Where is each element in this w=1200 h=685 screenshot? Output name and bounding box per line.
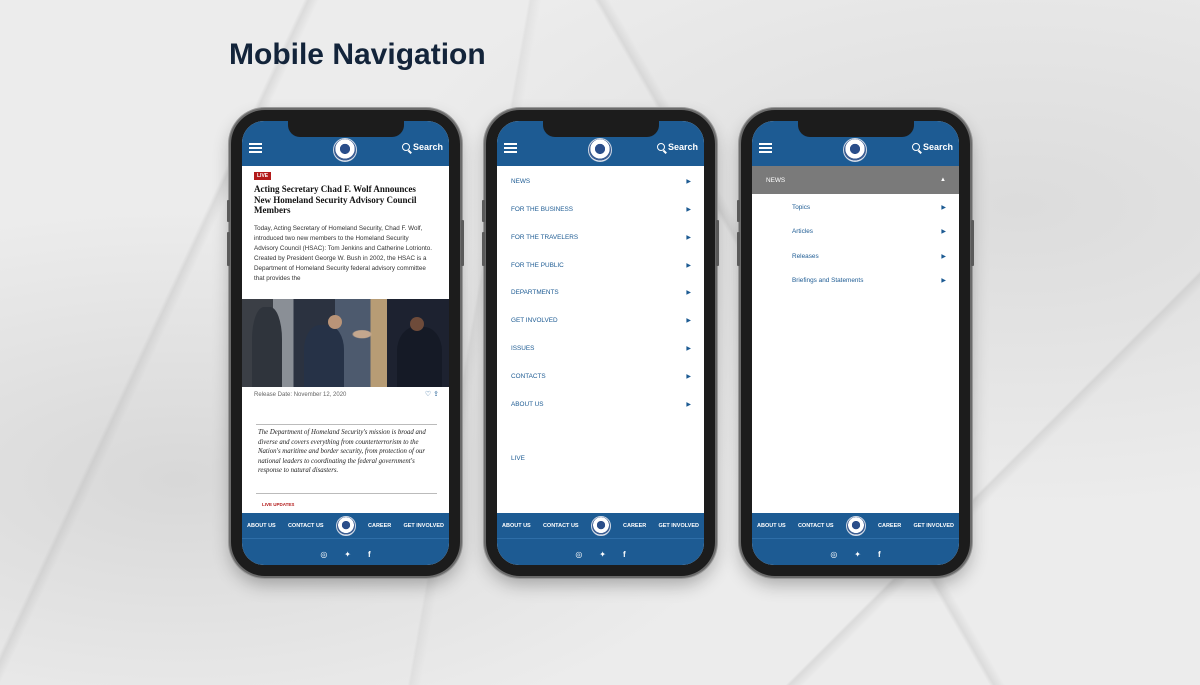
- search-label: Search: [667, 142, 698, 152]
- phone-article: Search LIVE Acting Secretary Chad F. Wol…: [227, 110, 464, 576]
- submenu-item-briefings[interactable]: Briefings and Statements ▶: [792, 272, 946, 288]
- facebook-icon[interactable]: f: [368, 550, 371, 559]
- menu-item-live[interactable]: LIVE: [497, 448, 704, 468]
- search-button[interactable]: Search: [656, 142, 698, 152]
- submenu-item-releases[interactable]: Releases ▶: [792, 248, 946, 264]
- footer-about-link[interactable]: ABOUT US: [247, 523, 276, 529]
- news-submenu: NEWS ▲ Topics ▶ Articles ▶ Releases ▶ Briefi…: [752, 166, 959, 513]
- chevron-up-icon: ▲: [940, 177, 946, 183]
- live-updates-label[interactable]: LIVE UPDATES: [262, 502, 294, 507]
- footer-bar: ABOUT US CONTACT US CAREER GET INVOLVED …: [242, 513, 449, 565]
- menu-item-news-expanded[interactable]: NEWS ▲: [752, 166, 959, 194]
- menu-item-business[interactable]: FOR THE BUSINESS ▶: [497, 199, 704, 219]
- search-label: Search: [922, 142, 953, 152]
- search-button[interactable]: Search: [911, 142, 953, 152]
- footer-contact-link[interactable]: CONTACT US: [798, 523, 834, 529]
- screen: Search NEWS ▲ Topics ▶ Articles ▶ Releases ▶…: [752, 121, 959, 565]
- share-icon[interactable]: ⇪: [433, 391, 439, 398]
- footer-about-link[interactable]: ABOUT US: [502, 523, 531, 529]
- chevron-right-icon: ▶: [686, 401, 691, 408]
- dhs-seal-logo[interactable]: [843, 138, 867, 162]
- chevron-right-icon: ▶: [941, 253, 946, 260]
- page-title: Mobile Navigation: [229, 38, 486, 71]
- instagram-icon[interactable]: ◎: [830, 550, 837, 559]
- dhs-seal-logo[interactable]: [588, 138, 612, 162]
- footer-contact-link[interactable]: CONTACT US: [288, 523, 324, 529]
- chevron-right-icon: ▶: [686, 317, 691, 324]
- article-body: Today, Acting Secretary of Homeland Secu…: [254, 225, 433, 282]
- facebook-icon[interactable]: f: [623, 550, 626, 559]
- dhs-seal-logo[interactable]: [590, 515, 611, 536]
- live-badge: LIVE: [254, 172, 272, 180]
- footer-career-link[interactable]: CAREER: [878, 523, 901, 529]
- article: LIVE Acting Secretary Chad F. Wolf Annou…: [242, 166, 449, 513]
- search-label: Search: [412, 142, 443, 152]
- footer-career-link[interactable]: CAREER: [623, 523, 646, 529]
- divider: [256, 424, 437, 425]
- footer-bar: ABOUT US CONTACT US CAREER GET INVOLVED …: [752, 513, 959, 565]
- instagram-icon[interactable]: ◎: [575, 550, 582, 559]
- chevron-right-icon: ▶: [941, 204, 946, 211]
- footer-career-link[interactable]: CAREER: [368, 523, 391, 529]
- dhs-seal-logo[interactable]: [845, 515, 866, 536]
- menu-item-departments[interactable]: DEPARTMENTS ▶: [497, 282, 704, 302]
- menu-item-get-involved[interactable]: GET INVOLVED ▶: [497, 310, 704, 330]
- chevron-right-icon: ▶: [941, 228, 946, 235]
- hamburger-menu-icon[interactable]: [504, 143, 517, 153]
- search-button[interactable]: Search: [401, 142, 443, 152]
- search-icon: [401, 143, 410, 151]
- instagram-icon[interactable]: ◎: [320, 550, 327, 559]
- twitter-icon[interactable]: ✦: [599, 550, 606, 559]
- phone-main-menu: Search NEWS ▶ FOR THE BUSINESS ▶ FOR THE T…: [482, 110, 719, 576]
- chevron-right-icon: ▶: [941, 277, 946, 284]
- footer-get-involved-link[interactable]: GET INVOLVED: [913, 523, 954, 529]
- chevron-right-icon: ▶: [686, 206, 691, 213]
- chevron-right-icon: ▶: [686, 262, 691, 269]
- phone-news-submenu: Search NEWS ▲ Topics ▶ Articles ▶ Releases ▶…: [737, 110, 974, 576]
- twitter-icon[interactable]: ✦: [344, 550, 351, 559]
- footer-contact-link[interactable]: CONTACT US: [543, 523, 579, 529]
- menu-item-issues[interactable]: ISSUES ▶: [497, 338, 704, 358]
- chevron-right-icon: ▶: [686, 373, 691, 380]
- footer-get-involved-link[interactable]: GET INVOLVED: [658, 523, 699, 529]
- divider: [256, 493, 437, 494]
- footer-about-link[interactable]: ABOUT US: [757, 523, 786, 529]
- dhs-seal-logo[interactable]: [335, 515, 356, 536]
- article-photo: [242, 299, 449, 387]
- menu-item-travelers[interactable]: FOR THE TRAVELERS ▶: [497, 227, 704, 247]
- dhs-seal-logo[interactable]: [333, 138, 357, 162]
- footer-get-involved-link[interactable]: GET INVOLVED: [403, 523, 444, 529]
- search-icon: [911, 143, 920, 151]
- chevron-right-icon: ▶: [686, 178, 691, 185]
- main-menu: NEWS ▶ FOR THE BUSINESS ▶ FOR THE TRAVELER…: [497, 166, 704, 513]
- screen: Search NEWS ▶ FOR THE BUSINESS ▶ FOR THE T…: [497, 121, 704, 565]
- mission-quote: The Department of Homeland Security's mi…: [258, 429, 426, 474]
- menu-item-contacts[interactable]: CONTACTS ▶: [497, 366, 704, 386]
- twitter-icon[interactable]: ✦: [854, 550, 861, 559]
- submenu-item-articles[interactable]: Articles ▶: [792, 223, 946, 239]
- heart-icon[interactable]: ♡: [425, 391, 431, 398]
- release-date: Release Date: November 12, 2020: [254, 392, 347, 398]
- menu-item-public[interactable]: FOR THE PUBLIC ▶: [497, 255, 704, 275]
- menu-item-news[interactable]: NEWS ▶: [497, 171, 704, 191]
- menu-item-about[interactable]: ABOUT US ▶: [497, 394, 704, 414]
- submenu-item-topics[interactable]: Topics ▶: [792, 199, 946, 215]
- chevron-right-icon: ▶: [686, 289, 691, 296]
- chevron-right-icon: ▶: [686, 234, 691, 241]
- footer-bar: ABOUT US CONTACT US CAREER GET INVOLVED …: [497, 513, 704, 565]
- share-icons[interactable]: ♡ ⇪: [425, 390, 439, 398]
- facebook-icon[interactable]: f: [878, 550, 881, 559]
- search-icon: [656, 143, 665, 151]
- screen: Search LIVE Acting Secretary Chad F. Wol…: [242, 121, 449, 565]
- hamburger-menu-icon[interactable]: [759, 143, 772, 153]
- hamburger-menu-icon[interactable]: [249, 143, 262, 153]
- article-headline[interactable]: Acting Secretary Chad F. Wolf Announces …: [254, 184, 434, 216]
- chevron-right-icon: ▶: [686, 345, 691, 352]
